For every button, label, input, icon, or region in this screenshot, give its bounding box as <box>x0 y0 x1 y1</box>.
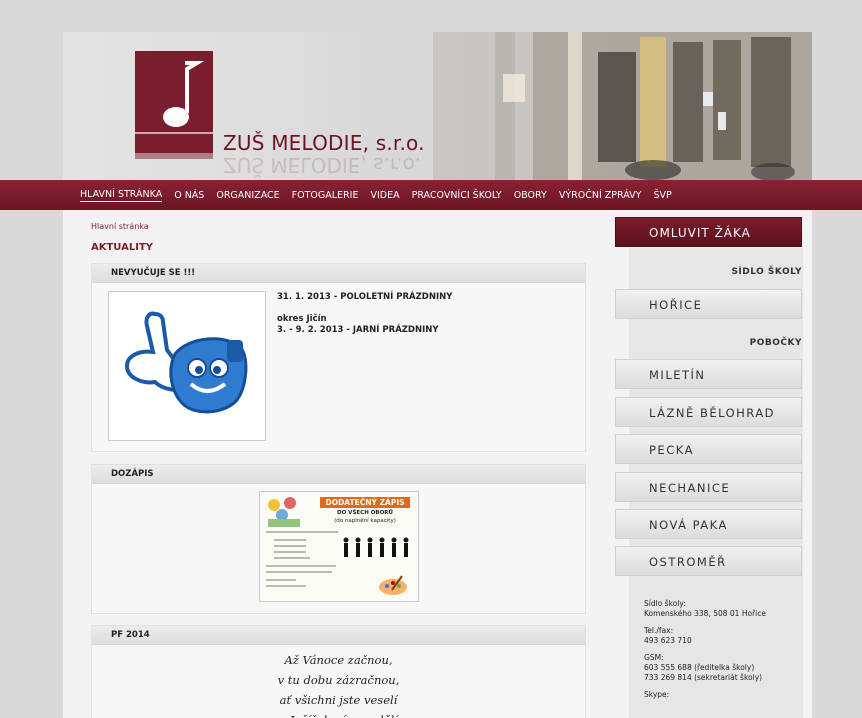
poem-line: Až Vánoce začnou, <box>284 653 393 667</box>
nav-bar-left-extension <box>0 180 63 210</box>
contact-address: Komenského 338, 508 01 Hořice <box>644 609 766 618</box>
sidebar-item-lazne-belohrad[interactable]: LÁZNĚ BĚLOHRAD <box>615 397 802 427</box>
thumbs-up-mascot-icon <box>124 311 248 414</box>
pf-poem: Až Vánoce začnou, v tu dobu zázračnou, a… <box>92 650 585 718</box>
post-line: 3. - 9. 2. 2013 - JARNÍ PRÁZDNINY <box>277 325 439 335</box>
sidebar-item-pecka[interactable]: PECKA <box>615 434 802 464</box>
sidebar-item-miletin[interactable]: MILETÍN <box>615 359 802 389</box>
logo-reflection <box>135 153 213 159</box>
poster-text-lines <box>266 531 338 587</box>
section-title: AKTUALITY <box>91 242 154 253</box>
breadcrumb[interactable]: Hlavní stránka <box>91 222 149 231</box>
seat-label: SÍDLO ŠKOLY <box>731 267 802 277</box>
poster-headline: DODATEČNÝ ZÁPIS <box>320 497 410 508</box>
branches-label: POBOČKY <box>749 338 802 348</box>
contact-tel: 493 623 710 <box>644 636 692 645</box>
nav-item-videos[interactable]: VIDEA <box>370 190 399 201</box>
post-dozapis: DOZÁPIS DODATEČNÝ ZÁPIS DO VŠECH OBORŮ (… <box>91 464 586 614</box>
sidebar-item-horice[interactable]: HOŘICE <box>615 289 802 319</box>
music-note-icon <box>135 61 213 134</box>
contact-gsm-director: 603 555 688 (ředitelka školy) <box>644 663 755 672</box>
page: ZUŠ MELODIE, s.r.o. ZUŠ MELODIE, s.r.o. … <box>63 32 812 718</box>
sidebar-item-nechanice[interactable]: NECHANICE <box>615 472 802 502</box>
post-nevyucuje: NEVYUČUJE SE !!! 31. 1. 2013 - POLOLETNÍ… <box>91 263 586 452</box>
poem-line: ať všichni jste veselí <box>279 693 398 707</box>
post-pf2014: PF 2014 Až Vánoce začnou, v tu dobu zázr… <box>91 625 586 718</box>
post-title: NEVYUČUJE SE !!! <box>92 264 585 283</box>
contact-tel-label: Tel./fax: <box>644 626 674 635</box>
nav-item-about[interactable]: O NÁS <box>174 190 204 201</box>
contact-gsm-office: 733 269 814 (sekretariát školy) <box>644 673 763 682</box>
poster-sub2: (do naplnění kapacity) <box>334 518 396 524</box>
site-title: ZUŠ MELODIE, s.r.o. <box>223 131 425 155</box>
site-header: ZUŠ MELODIE, s.r.o. ZUŠ MELODIE, s.r.o. <box>63 32 812 180</box>
post-title: PF 2014 <box>92 626 585 645</box>
contact-seat-label: Sídlo školy: <box>644 599 686 608</box>
post-text: 31. 1. 2013 - POLOLETNÍ PRÁZDNINY okres … <box>277 292 452 336</box>
post-title: DOZÁPIS <box>92 465 585 484</box>
nav-item-annual-reports[interactable]: VÝROČNÍ ZPRÁVY <box>559 190 642 201</box>
poster-palette-icon <box>379 575 407 595</box>
poem-line: v tu dobu zázračnou, <box>277 673 400 687</box>
nav-bar-right-extension <box>812 180 862 210</box>
nav-item-fields[interactable]: OBORY <box>514 190 547 201</box>
post-line-empty <box>277 303 452 314</box>
nav-item-svp[interactable]: ŠVP <box>653 190 671 201</box>
excuse-student-button[interactable]: OMLUVIT ŽÁKA <box>615 217 802 247</box>
post-image[interactable] <box>108 291 266 441</box>
main-nav: HLAVNÍ STRÁNKA O NÁS ORGANIZACE FOTOGALE… <box>63 180 812 210</box>
poster-children-icon <box>268 497 300 527</box>
nav-item-organization[interactable]: ORGANIZACE <box>216 190 279 201</box>
poem-line: a Ježíšek vám nadělí <box>92 710 585 718</box>
poster-sub1: DO VŠECH OBORŮ <box>337 510 393 516</box>
post-line: okres Jičín <box>277 314 327 324</box>
sidebar-item-ostromer[interactable]: OSTROMĚŘ <box>615 546 802 576</box>
site-title-reflection: ZUŠ MELODIE, s.r.o. <box>223 153 421 177</box>
contact-skype-label: Skype: <box>644 690 670 699</box>
logo[interactable] <box>135 51 213 153</box>
nav-item-staff[interactable]: PRACOVNÍCI ŠKOLY <box>412 190 502 201</box>
nav-item-home[interactable]: HLAVNÍ STRÁNKA <box>80 189 163 202</box>
post-line: 31. 1. 2013 - POLOLETNÍ PRÁZDNINY <box>277 292 453 302</box>
nav-item-gallery[interactable]: FOTOGALERIE <box>292 190 359 201</box>
contact-info: Sídlo školy: Komenského 338, 508 01 Hořic… <box>644 599 766 707</box>
dozapis-poster[interactable]: DODATEČNÝ ZÁPIS DO VŠECH OBORŮ (do napln… <box>259 491 419 602</box>
contact-gsm-label: GSM: <box>644 653 664 662</box>
sidebar-item-nova-paka[interactable]: NOVÁ PAKA <box>615 509 802 539</box>
poster-dancers-icon <box>343 537 409 557</box>
